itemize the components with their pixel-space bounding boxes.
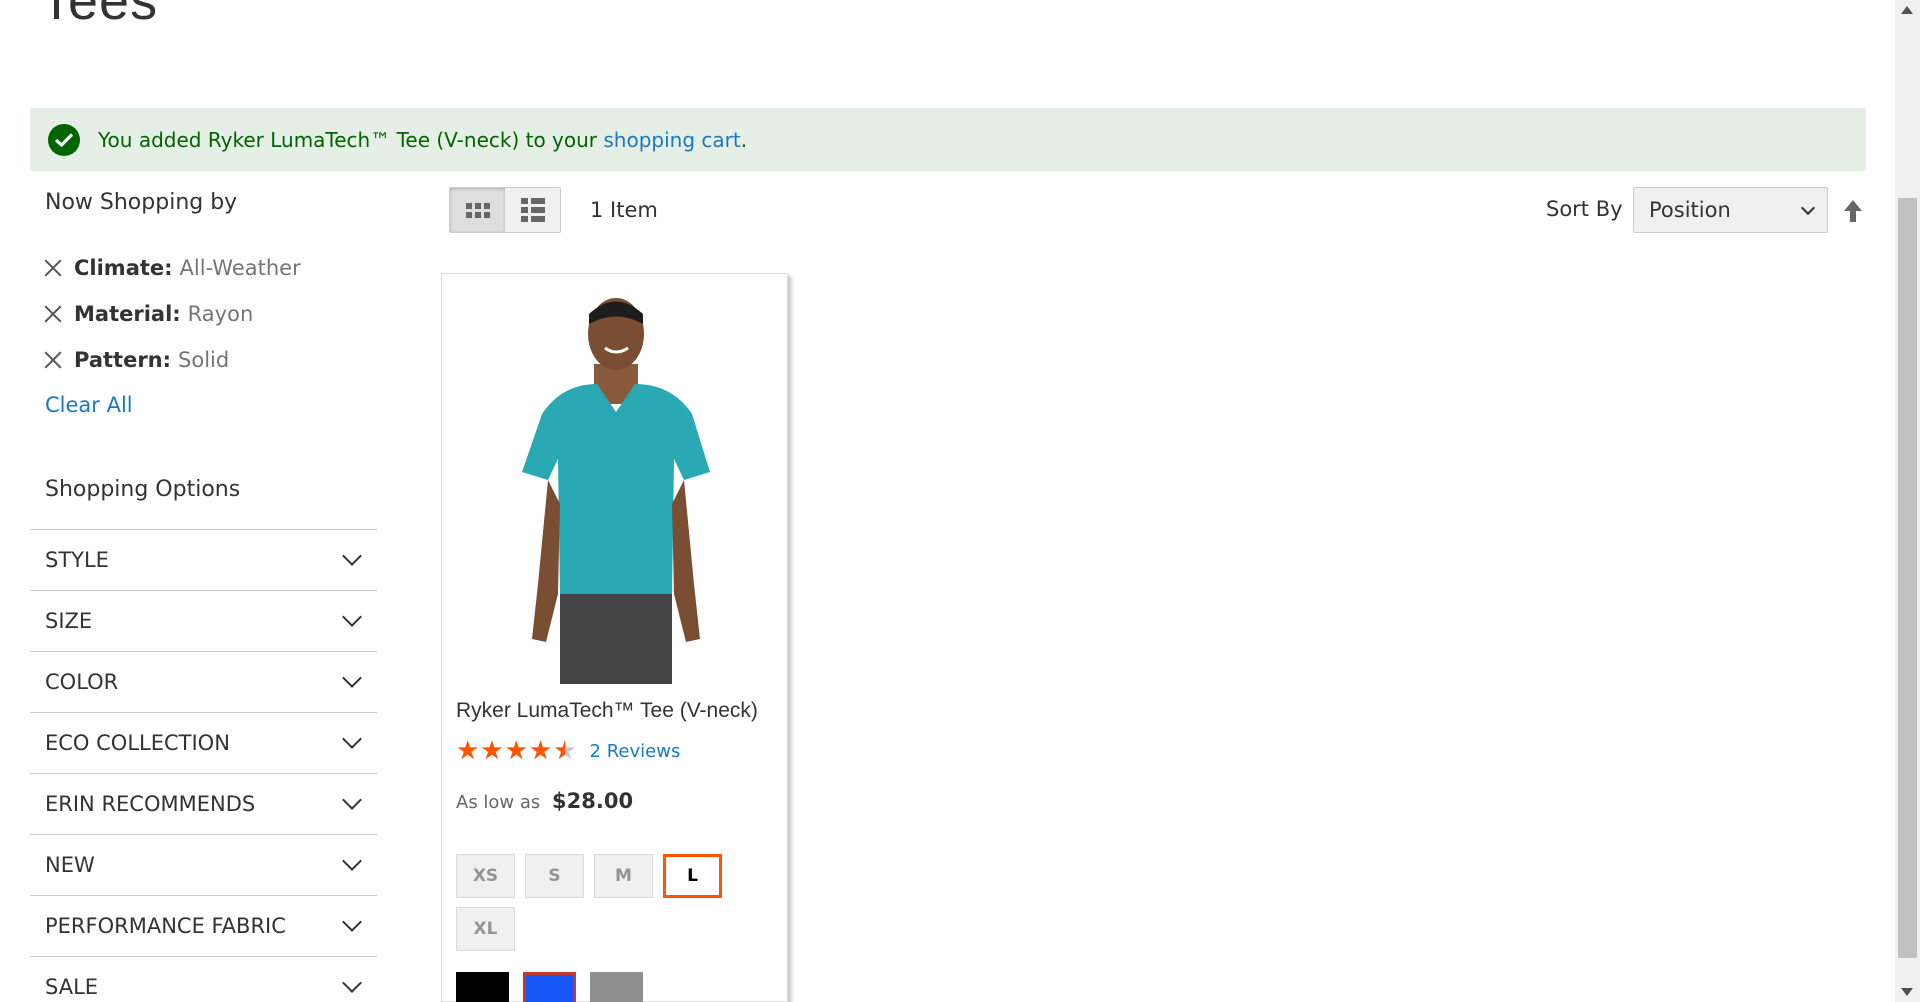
color-swatch-gray[interactable] — [590, 972, 643, 1002]
grid-icon — [465, 202, 490, 218]
scroll-up-arrow-icon[interactable] — [1901, 6, 1913, 14]
star-rating-fill: ★★★★★ — [456, 738, 565, 764]
remove-filter-icon[interactable] — [42, 349, 64, 371]
chevron-down-icon — [342, 851, 362, 871]
color-swatch-black[interactable] — [456, 972, 509, 1002]
chevron-down-icon — [342, 790, 362, 810]
filter-option-sale[interactable]: SALE — [30, 957, 377, 1002]
filter-option-size[interactable]: SIZE — [30, 591, 377, 652]
chevron-down-icon — [342, 546, 362, 566]
shopping-options-title: Shopping Options — [45, 477, 241, 502]
filter-option-erin-recommends[interactable]: ERIN RECOMMENDS — [30, 774, 377, 835]
scrollbar-thumb[interactable] — [1898, 198, 1917, 958]
color-swatch-blue[interactable] — [523, 972, 576, 1002]
product-card[interactable]: Ryker LumaTech™ Tee (V-neck) ★★★★★ ★★★★★… — [441, 273, 788, 1002]
product-image[interactable] — [502, 294, 732, 684]
sort-by-label: Sort By — [1546, 197, 1623, 221]
checkmark-icon — [48, 123, 80, 156]
remove-filter-icon[interactable] — [42, 257, 64, 279]
remove-filter-icon[interactable] — [42, 303, 64, 325]
scroll-down-arrow-icon[interactable] — [1901, 988, 1913, 996]
active-filter: Material: Rayon — [30, 291, 377, 337]
size-option-m[interactable]: M — [594, 854, 653, 898]
filter-option-new[interactable]: NEW — [30, 835, 377, 896]
color-swatches — [456, 972, 643, 1002]
message-text: You added Ryker LumaTech™ Tee (V-neck) t… — [98, 127, 748, 152]
success-message: You added Ryker LumaTech™ Tee (V-neck) t… — [30, 108, 1866, 171]
active-filter: Climate: All-Weather — [30, 245, 377, 291]
active-filter: Pattern: Solid — [30, 337, 377, 383]
chevron-down-icon — [342, 912, 362, 932]
size-option-s[interactable]: S — [525, 854, 584, 898]
sort-direction-arrow-icon[interactable] — [1843, 199, 1863, 223]
vertical-scrollbar[interactable] — [1895, 0, 1920, 1002]
filter-option-eco-collection[interactable]: ECO COLLECTION — [30, 713, 377, 774]
size-option-xs[interactable]: XS — [456, 854, 515, 898]
star-rating-icon: ★★★★★ ★★★★★ — [456, 736, 578, 766]
now-shopping-title: Now Shopping by — [45, 190, 238, 215]
filter-option-style[interactable]: STYLE — [30, 530, 377, 591]
product-price: As low as $28.00 — [456, 789, 634, 813]
product-name[interactable]: Ryker LumaTech™ Tee (V-neck) — [456, 699, 758, 723]
chevron-down-icon — [342, 607, 362, 627]
shopping-cart-link[interactable]: shopping cart — [603, 128, 740, 152]
filter-options: STYLE SIZE COLOR ECO COLLECTION ERIN REC… — [30, 529, 377, 1002]
product-rating: ★★★★★ ★★★★★ 2 Reviews — [456, 738, 680, 764]
list-icon — [520, 198, 545, 222]
grid-view-button[interactable] — [450, 188, 505, 232]
active-filters: Climate: All-Weather Material: Rayon Pat… — [30, 245, 377, 383]
chevron-down-icon — [1800, 200, 1816, 215]
size-options: XS S M L XL — [456, 854, 756, 951]
sort-by-select[interactable]: Position — [1633, 187, 1828, 233]
page-title: Tees — [40, 0, 159, 31]
size-option-xl[interactable]: XL — [456, 907, 515, 951]
sidebar: Now Shopping by Climate: All-Weather Mat… — [30, 190, 377, 1002]
clear-all-link[interactable]: Clear All — [30, 393, 377, 417]
list-view-button[interactable] — [505, 188, 560, 232]
filter-option-performance-fabric[interactable]: PERFORMANCE FABRIC — [30, 896, 377, 957]
view-mode-switcher — [449, 187, 561, 233]
chevron-down-icon — [342, 973, 362, 993]
filter-option-color[interactable]: COLOR — [30, 652, 377, 713]
item-count: 1 Item — [590, 198, 658, 222]
chevron-down-icon — [342, 729, 362, 749]
chevron-down-icon — [342, 668, 362, 688]
size-option-l[interactable]: L — [663, 854, 722, 898]
reviews-link[interactable]: 2 Reviews — [590, 741, 681, 762]
